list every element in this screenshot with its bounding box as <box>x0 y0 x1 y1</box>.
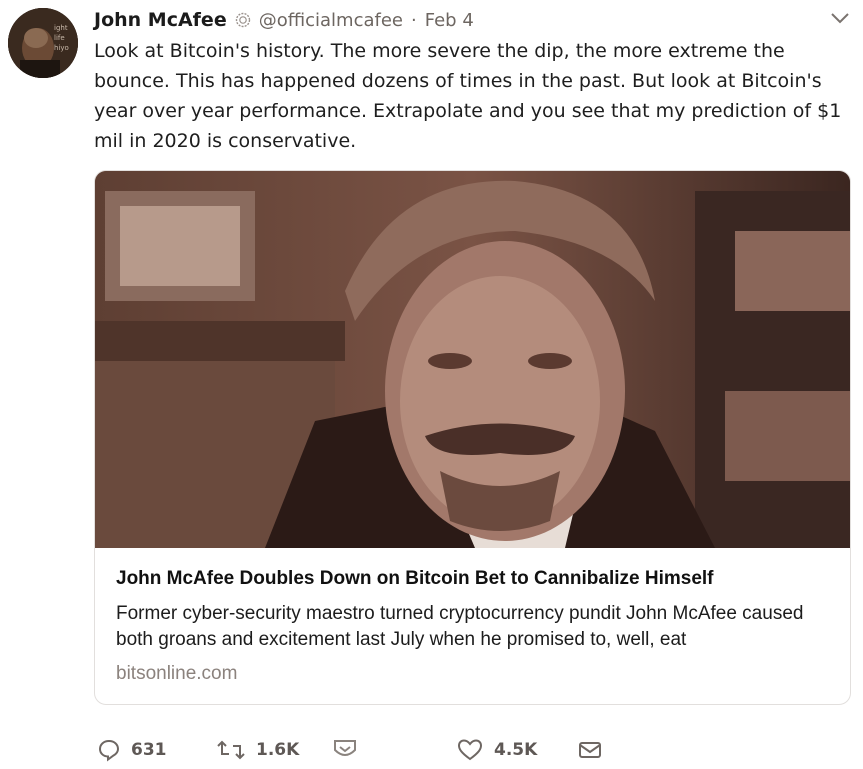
like-count: 4.5K <box>494 740 538 760</box>
reply-button[interactable]: 631 <box>97 735 167 765</box>
chevron-down-icon[interactable] <box>829 10 851 26</box>
like-button[interactable]: 4.5K <box>456 735 537 765</box>
envelope-icon <box>579 742 601 758</box>
avatar-text-3: hiyo <box>54 44 69 52</box>
retweet-icon <box>217 740 245 760</box>
tweet-date[interactable]: Feb 4 <box>425 10 474 31</box>
avatar-text-2: life <box>54 34 65 42</box>
author-handle[interactable]: @officialmcafee <box>259 10 403 31</box>
card-description: Former cyber-security maestro turned cry… <box>116 603 804 650</box>
retweet-button[interactable]: 1.6K <box>216 735 299 765</box>
reply-count: 631 <box>131 740 167 760</box>
separator-dot: · <box>411 9 417 31</box>
author-name[interactable]: John McAfee <box>94 9 227 31</box>
avatar-text-1: ight <box>54 24 68 32</box>
reply-icon <box>98 739 120 762</box>
retweet-count: 1.6K <box>256 740 300 760</box>
tweet-header: John McAfee @officialmcafee · Feb 4 <box>94 6 843 34</box>
card-domain[interactable]: bitsonline.com <box>116 663 237 685</box>
link-card[interactable]: John McAfee Doubles Down on Bitcoin Bet … <box>94 170 851 705</box>
analytics-button[interactable] <box>332 735 358 765</box>
card-image <box>95 171 850 548</box>
heart-icon <box>457 739 483 761</box>
card-title[interactable]: John McAfee Doubles Down on Bitcoin Bet … <box>116 568 836 590</box>
tweet: ight life hiyo John McAfee @officialmcaf… <box>0 0 863 769</box>
tweet-text: Look at Bitcoin's history. The more seve… <box>94 40 842 152</box>
avatar[interactable]: ight life hiyo <box>8 8 78 78</box>
message-button[interactable] <box>577 735 603 765</box>
shield-check-icon <box>334 740 356 756</box>
avatar-image: ight life hiyo <box>8 8 78 78</box>
verified-badge-icon <box>235 12 250 28</box>
action-bar: 631 1.6K 4.5K <box>94 735 854 765</box>
